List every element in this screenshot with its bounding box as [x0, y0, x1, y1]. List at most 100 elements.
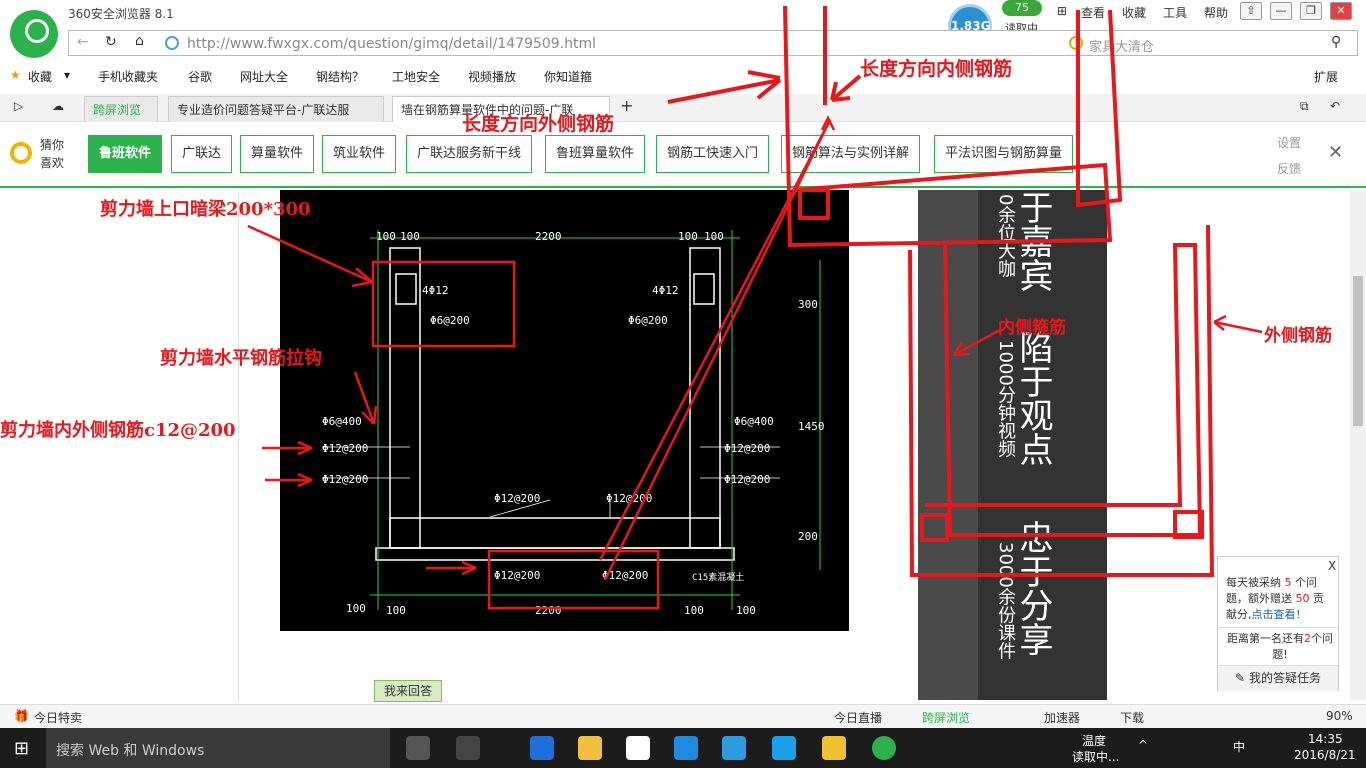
settings-link[interactable]: 设置: [1277, 134, 1301, 151]
accelerator-link[interactable]: 加速器: [1044, 709, 1080, 726]
address-bar[interactable]: ← ↻ ⌂ http://www.fwxgx.com/question/gimq…: [68, 30, 1358, 56]
dim-label: 2200: [535, 604, 562, 617]
store-icon[interactable]: [626, 736, 650, 760]
keyword-bar: 猜你喜欢 鲁班软件 广联达 算量软件 筑业软件 广联达服务新干线 鲁班算量软件 …: [0, 124, 1366, 188]
annotation-label: 长度方向内侧钢筋: [860, 58, 1013, 80]
left-beam: [395, 273, 417, 305]
windows-start-icon[interactable]: ⊞: [14, 738, 29, 759]
rebar-label: Φ12@200: [322, 473, 368, 486]
chevron-up-icon[interactable]: ^: [1138, 738, 1148, 752]
close-icon[interactable]: X: [1328, 559, 1336, 573]
app-icon[interactable]: [822, 736, 846, 760]
search-input[interactable]: 家具大清仓: [1089, 36, 1154, 55]
keyword-item[interactable]: 钢筋算法与实例详解: [781, 135, 921, 173]
keyword-item[interactable]: 算量软件: [240, 135, 315, 173]
feedback-link[interactable]: 反馈: [1277, 160, 1301, 177]
rebar-label: 4Φ12: [422, 284, 449, 297]
extensions-menu[interactable]: 扩展: [1314, 68, 1338, 85]
download-link[interactable]: 下载: [1120, 709, 1144, 726]
weather-status: 读取中...: [1072, 750, 1120, 764]
bookmark-item[interactable]: 手机收藏夹: [98, 68, 158, 85]
folder-icon[interactable]: [578, 736, 602, 760]
ime-indicator[interactable]: 中: [1233, 738, 1245, 755]
menu-tools[interactable]: 工具: [1163, 4, 1187, 21]
clock-time[interactable]: 14:35: [1308, 732, 1343, 746]
bookmark-item[interactable]: 视频播放: [468, 68, 516, 85]
menu-view[interactable]: 查看: [1081, 4, 1105, 21]
menu-help[interactable]: 帮助: [1204, 4, 1228, 21]
tab-guanglianda[interactable]: 专业造价问题答疑平台-广联达服: [168, 96, 384, 122]
answer-button[interactable]: 我来回答: [374, 680, 442, 702]
zoom-level[interactable]: 90%: [1326, 709, 1353, 723]
dim-label: 100: [704, 230, 724, 243]
keyword-item[interactable]: 钢筋工快速入门: [656, 135, 770, 173]
close-icon[interactable]: ✕: [1328, 142, 1343, 163]
chevron-down-icon[interactable]: ▾: [64, 68, 70, 82]
edge-icon[interactable]: [530, 736, 554, 760]
maximize-button[interactable]: ❐: [1300, 2, 1322, 20]
bottom-slab: [389, 517, 721, 549]
clock-date[interactable]: 2016/8/21: [1294, 748, 1356, 762]
dim-label: 100: [736, 604, 756, 617]
ad-banner[interactable]: 0余位大咖 于嘉宾 陷于观点 1000分钟视频 忠于分享 3000余份课件: [918, 190, 1107, 700]
cortana-icon[interactable]: [456, 736, 480, 760]
app-icon[interactable]: [772, 736, 796, 760]
taskview-icon[interactable]: [406, 736, 430, 760]
rebar-label: Φ12@200: [606, 492, 652, 505]
undo-icon[interactable]: ↶: [1330, 99, 1340, 113]
bookmarks-bar: ★ 收藏 ▾ 手机收藏夹 谷歌 网址大全 钢结构？ 工地安全 视频播放 你知道箍…: [0, 62, 1366, 90]
title-bar: [0, 0, 1366, 30]
bookmark-item[interactable]: 谷歌: [188, 68, 212, 85]
refresh-icon[interactable]: ↻: [105, 34, 117, 50]
annotation-label: 内侧箍筋: [998, 318, 1066, 338]
keyword-item[interactable]: 平法识图与钢筋算量: [934, 135, 1074, 173]
today-sale-link[interactable]: 今日特卖: [34, 709, 82, 726]
bookmark-item[interactable]: 钢结构？: [316, 68, 364, 85]
scrollbar[interactable]: [1350, 190, 1366, 700]
keyword-item[interactable]: 鲁班软件: [88, 135, 163, 173]
ad-text: 1000分钟视频: [995, 340, 1016, 458]
keyword-item[interactable]: 鲁班算量软件: [545, 135, 646, 173]
url-text[interactable]: http://www.fwxgx.com/question/gimq/detai…: [187, 36, 596, 52]
keyword-item[interactable]: 广联达: [171, 135, 233, 173]
scroll-thumb[interactable]: [1353, 276, 1363, 426]
popup-link[interactable]: 点击查看！: [1252, 608, 1307, 621]
bookmarks-menu[interactable]: 收藏: [28, 68, 52, 85]
cloud-icon[interactable]: ☁: [52, 99, 64, 113]
close-button[interactable]: ✕: [1330, 2, 1352, 20]
menu-icon[interactable]: ⊞: [1057, 4, 1067, 18]
bookmark-item[interactable]: 网址大全: [240, 68, 288, 85]
rebar-label: Φ6@400: [322, 415, 362, 428]
home-icon[interactable]: ⌂: [135, 33, 144, 49]
sidebar-toggle-icon[interactable]: ▷: [14, 99, 23, 113]
keyword-item[interactable]: 广联达服务新干线: [406, 135, 533, 173]
ad-photos: [918, 190, 978, 700]
search-icon[interactable]: ⚲: [1331, 34, 1341, 50]
dim-label: 100: [400, 230, 420, 243]
back-icon[interactable]: ←: [77, 34, 89, 50]
tab-cross-screen[interactable]: 跨屏浏览: [84, 96, 158, 122]
menu-favorites[interactable]: 收藏: [1122, 4, 1146, 21]
pin-button[interactable]: ⇧: [1240, 2, 1262, 20]
app-icon[interactable]: [722, 736, 746, 760]
bookmark-item[interactable]: 你知道箍: [544, 68, 592, 85]
minimize-button[interactable]: —: [1270, 2, 1292, 20]
live-link[interactable]: 今日直播: [834, 709, 882, 726]
taskbar-search[interactable]: 搜索 Web 和 Windows: [46, 728, 390, 768]
new-tab-button[interactable]: +: [620, 96, 633, 115]
browser-360-icon[interactable]: [872, 736, 896, 760]
tab-restore-icon[interactable]: ⧉: [1300, 99, 1309, 114]
ad-text: 忠于分享: [1013, 520, 1053, 656]
rebar-label: Φ12@200: [322, 442, 368, 455]
cross-screen-link[interactable]: 跨屏浏览: [922, 709, 970, 726]
browser-logo-icon: [10, 10, 58, 58]
rebar-label: Φ12@200: [494, 569, 540, 582]
app-icon[interactable]: [674, 736, 698, 760]
search-engine-icon[interactable]: [1069, 36, 1083, 50]
bookmark-item[interactable]: 工地安全: [392, 68, 440, 85]
site-security-icon: [165, 36, 179, 50]
annotation-label: 剪力墙内外侧钢筋c12@200: [0, 420, 236, 441]
guess-label: 猜你喜欢: [40, 138, 65, 170]
my-task-button[interactable]: ✎ 我的答疑任务: [1218, 665, 1338, 691]
keyword-item[interactable]: 筑业软件: [322, 135, 397, 173]
